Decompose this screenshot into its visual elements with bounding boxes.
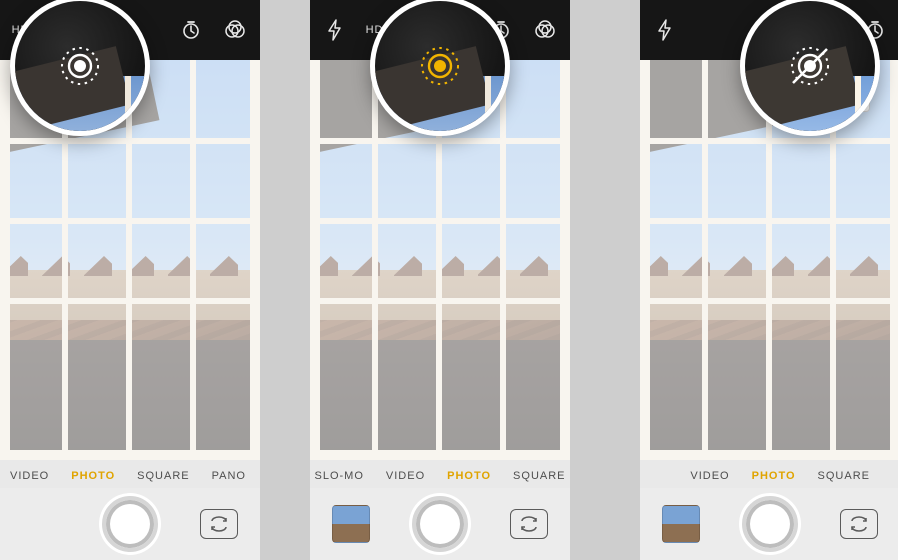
- shutter-button[interactable]: [412, 496, 468, 552]
- mode-square[interactable]: SQUARE: [818, 470, 870, 482]
- mode-slomo[interactable]: SLO-MO: [314, 470, 363, 482]
- mode-video[interactable]: VIDEO: [690, 470, 729, 482]
- live-photo-icon-zoom: [55, 41, 105, 91]
- switch-camera-button[interactable]: [840, 509, 878, 539]
- switch-camera-button[interactable]: [510, 509, 548, 539]
- camera-bottom-bar: [0, 488, 260, 560]
- shutter-button[interactable]: [742, 496, 798, 552]
- last-photo-thumbnail[interactable]: [332, 505, 370, 543]
- camera-screen-1: HDR VIDEO PHOTO: [0, 0, 260, 560]
- mode-photo[interactable]: PHOTO: [752, 470, 796, 482]
- live-photo-icon-zoom: [785, 41, 835, 91]
- last-photo-thumbnail[interactable]: [662, 505, 700, 543]
- mode-pano[interactable]: PANO: [212, 470, 246, 482]
- camera-screen-3: LIVE OFF VIDEO PHOTO SQUARE: [640, 0, 898, 560]
- camera-screen-2: HDR LIVE SLO-MO: [310, 0, 570, 560]
- camera-bottom-bar: [310, 488, 570, 560]
- callout-magnifier: [370, 0, 510, 136]
- mode-photo[interactable]: PHOTO: [447, 470, 491, 482]
- callout-magnifier: [740, 0, 880, 136]
- mode-photo[interactable]: PHOTO: [71, 470, 115, 482]
- mode-square[interactable]: SQUARE: [513, 470, 565, 482]
- shutter-button[interactable]: [102, 496, 158, 552]
- mode-square[interactable]: SQUARE: [137, 470, 189, 482]
- filters-icon[interactable]: [224, 19, 246, 41]
- flash-icon[interactable]: [324, 19, 346, 41]
- flash-icon[interactable]: [654, 19, 676, 41]
- live-photo-icon-zoom: [415, 41, 465, 91]
- mode-video[interactable]: VIDEO: [10, 470, 49, 482]
- switch-camera-button[interactable]: [200, 509, 238, 539]
- callout-magnifier: [10, 0, 150, 136]
- filters-icon[interactable]: [534, 19, 556, 41]
- timer-icon[interactable]: [180, 19, 202, 41]
- mode-video[interactable]: VIDEO: [386, 470, 425, 482]
- camera-bottom-bar: [640, 488, 898, 560]
